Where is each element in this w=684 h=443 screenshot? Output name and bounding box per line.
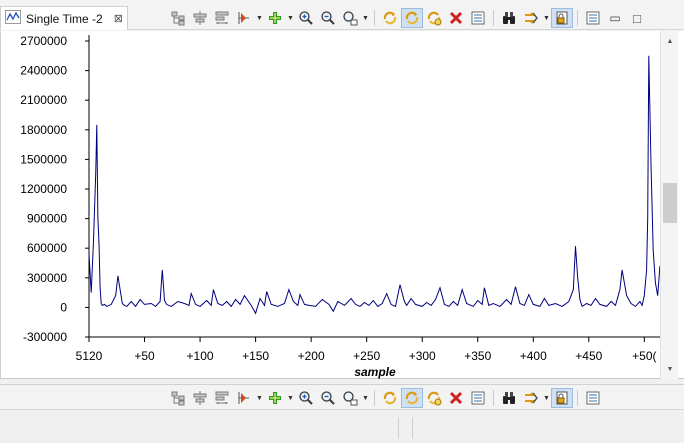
y-tick-label: 2700000: [20, 34, 67, 48]
toolbar-separator: [577, 390, 578, 406]
tab-title: Single Time -2: [26, 11, 103, 26]
view-icon[interactable]: [582, 388, 604, 408]
step-icon[interactable]: [520, 8, 542, 28]
x-tick-label: +350: [464, 349, 491, 363]
lower-tab-bar: ▼ ▼ ▼ ▼: [0, 384, 684, 410]
status-bar: [0, 415, 684, 443]
x-tick-label: 5120: [76, 349, 103, 363]
scroll-thumb[interactable]: [663, 183, 677, 223]
y-tick-label: 2100000: [20, 93, 67, 107]
properties-icon[interactable]: [467, 8, 489, 28]
y-tick-label: 600000: [27, 241, 67, 255]
delete-icon[interactable]: [445, 388, 467, 408]
x-tick-label: +250: [353, 349, 380, 363]
marker-icon[interactable]: [233, 8, 255, 28]
sync-pressed-icon[interactable]: [401, 388, 423, 408]
layout-icon[interactable]: [211, 8, 233, 28]
vertical-scrollbar[interactable]: ▲ ▼: [660, 31, 678, 379]
x-tick-label: +200: [298, 349, 325, 363]
chevron-down-icon[interactable]: ▼: [286, 8, 295, 28]
zoom-out-icon[interactable]: [317, 8, 339, 28]
add-icon[interactable]: [264, 8, 286, 28]
scroll-down-icon[interactable]: ▼: [661, 361, 679, 377]
chevron-down-icon[interactable]: ▼: [361, 8, 370, 28]
tab-single-time[interactable]: Single Time -2 ⊠: [0, 6, 128, 30]
layout-icon[interactable]: [211, 388, 233, 408]
x-tick-label: +100: [187, 349, 214, 363]
lock-pressed-icon[interactable]: [551, 388, 573, 408]
y-tick-label: 300000: [27, 271, 67, 285]
editor-tab-bar: Single Time -2 ⊠ ▼ ▼ ▼ ▼ ▭ □: [0, 0, 684, 30]
zoom-out-icon[interactable]: [317, 388, 339, 408]
y-tick-label: -300000: [23, 330, 67, 344]
lock-pressed-icon[interactable]: [551, 8, 573, 28]
chevron-down-icon[interactable]: ▼: [255, 388, 264, 408]
status-separator: [412, 417, 413, 439]
view-icon[interactable]: [582, 8, 604, 28]
x-tick-label: +50: [134, 349, 155, 363]
chevron-down-icon[interactable]: ▼: [542, 8, 551, 28]
status-separator: [398, 417, 399, 439]
zoom-in-icon[interactable]: [295, 388, 317, 408]
time-series-chart: -300000 0 300000 600000 900000 1200000 1500000…: [20, 34, 661, 379]
zoom-fit-icon[interactable]: [339, 8, 361, 28]
marker-icon[interactable]: [233, 388, 255, 408]
y-tick-label: 1500000: [20, 152, 67, 166]
delete-icon[interactable]: [445, 8, 467, 28]
y-tick-label: 0: [60, 300, 67, 314]
zoom-fit-icon[interactable]: [339, 388, 361, 408]
sync-pressed-icon[interactable]: [401, 8, 423, 28]
x-tick-label: +400: [520, 349, 547, 363]
sync-icon[interactable]: [379, 8, 401, 28]
y-tick-label: 2400000: [20, 64, 67, 78]
align-icon[interactable]: [189, 8, 211, 28]
x-axis-label: sample: [354, 365, 396, 379]
x-tick-label: +450: [575, 349, 602, 363]
chevron-down-icon[interactable]: ▼: [255, 8, 264, 28]
chart-area: -300000 0 300000 600000 900000 1200000 1500000…: [0, 31, 684, 379]
tree-icon[interactable]: [167, 388, 189, 408]
chart-toolbar: ▼ ▼ ▼ ▼ ▭ □: [167, 8, 648, 28]
tree-icon[interactable]: [167, 8, 189, 28]
y-tick-label: 1800000: [20, 123, 67, 137]
x-tick-label: +50(: [632, 349, 656, 363]
toolbar-separator: [374, 390, 375, 406]
zoom-in-icon[interactable]: [295, 8, 317, 28]
chevron-down-icon[interactable]: ▼: [542, 388, 551, 408]
lower-toolbar: ▼ ▼ ▼ ▼: [167, 388, 604, 408]
properties-icon[interactable]: [467, 388, 489, 408]
toolbar-separator: [493, 10, 494, 26]
maximize-icon[interactable]: □: [626, 8, 648, 28]
binoculars-icon[interactable]: [498, 8, 520, 28]
x-tick-label: +300: [409, 349, 436, 363]
step-icon[interactable]: [520, 388, 542, 408]
sync-alt-icon[interactable]: [423, 8, 445, 28]
close-icon[interactable]: ⊠: [114, 12, 123, 25]
chart-tab-icon: [5, 10, 21, 27]
sync-icon[interactable]: [379, 388, 401, 408]
align-icon[interactable]: [189, 388, 211, 408]
binoculars-icon[interactable]: [498, 388, 520, 408]
chevron-down-icon[interactable]: ▼: [361, 388, 370, 408]
toolbar-separator: [374, 10, 375, 26]
toolbar-separator: [493, 390, 494, 406]
y-tick-label: 900000: [27, 212, 67, 226]
x-tick-label: +150: [242, 349, 269, 363]
toolbar-separator: [577, 10, 578, 26]
y-tick-label: 1200000: [20, 182, 67, 196]
minimize-icon[interactable]: ▭: [604, 8, 626, 28]
sync-alt-icon[interactable]: [423, 388, 445, 408]
add-icon[interactable]: [264, 388, 286, 408]
scroll-up-icon[interactable]: ▲: [661, 33, 679, 49]
series-line: [88, 55, 661, 315]
chevron-down-icon[interactable]: ▼: [286, 388, 295, 408]
